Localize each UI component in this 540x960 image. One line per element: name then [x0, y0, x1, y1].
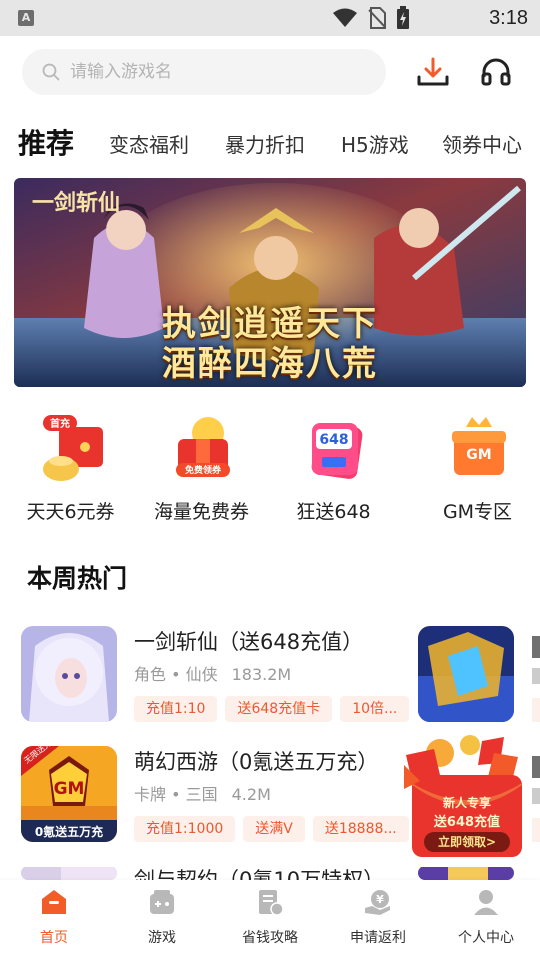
app-notification-icon: A	[18, 10, 34, 26]
game-thumbnail: GM 0氪送五万充 无限送充	[21, 746, 117, 842]
red-envelope-icon: 首充	[43, 415, 103, 481]
game-tag: 送648充值卡	[225, 696, 333, 722]
system-icons	[332, 6, 410, 30]
promo-line-2: 送648充值	[433, 815, 501, 830]
game-tag: 送18888...	[312, 816, 409, 842]
game-category: 卡牌 • 三国	[134, 785, 218, 804]
nav-games[interactable]: 游戏	[108, 880, 216, 960]
game-tag: 充值1:1000	[134, 816, 236, 842]
next-column-game-thumbnail[interactable]	[418, 866, 514, 880]
quick-link-gm-zone[interactable]: GM GM专区	[410, 405, 540, 535]
game-title: 一剑斩仙（送648充值）	[134, 630, 364, 654]
search-icon	[42, 63, 60, 81]
nav-saving-guide[interactable]: 省钱攻略	[216, 880, 324, 960]
download-icon[interactable]	[416, 56, 450, 90]
newcomer-promo-popup[interactable]: 新人专享 送648充值 立即领取>	[400, 735, 528, 857]
promo-banner[interactable]: 一剑斩仙 执剑逍遥天下 酒醉四海八荒	[14, 178, 526, 387]
quick-link-648[interactable]: 648 狂送648	[266, 405, 401, 535]
quick-link-free-coupons[interactable]: 免费领券 海量免费券	[134, 405, 269, 535]
section-title-weekly-hot: 本周热门	[27, 564, 128, 593]
next-column-game-thumbnail[interactable]	[418, 626, 514, 722]
game-meta: 角色 • 仙侠 183.2M	[134, 664, 291, 686]
game-tag: 10倍...	[340, 696, 410, 722]
tab-recommend[interactable]: 推荐	[18, 126, 74, 162]
guide-icon	[259, 890, 284, 916]
headset-icon[interactable]	[480, 57, 512, 89]
battery-charging-icon	[397, 6, 409, 29]
promo-line-1: 新人专享	[442, 796, 491, 810]
rebate-icon: ¥	[365, 890, 390, 915]
game-card[interactable]: 一剑斩仙（送648充值） 角色 • 仙侠 183.2M 充值1:10 送648充值…	[0, 626, 410, 736]
nav-apply-rebate[interactable]: ¥ 申请返利	[324, 880, 432, 960]
search-input[interactable]: 请输入游戏名	[22, 49, 386, 95]
banner-slogan-2: 酒醉四海八荒	[162, 344, 378, 384]
no-sim-icon	[368, 7, 386, 29]
badge-648: 648	[319, 432, 348, 448]
quick-link-label: 天天6元券	[26, 501, 115, 523]
quick-link-6yuan-coupon[interactable]: 首充 天天6元券	[3, 405, 138, 535]
gift-box-icon: 免费领券	[176, 417, 230, 477]
nav-label: 省钱攻略	[242, 930, 298, 946]
quick-link-label: 狂送648	[296, 501, 371, 523]
clock: 3:18	[489, 7, 528, 29]
game-tags: 充值1:1000 送满V 送18888...	[134, 816, 409, 842]
game-size: 4.2M	[231, 785, 271, 804]
game-tag: 充值1:10	[134, 696, 218, 722]
game-meta: 卡牌 • 三国 4.2M	[134, 784, 271, 806]
nav-home[interactable]: 首页	[0, 880, 108, 960]
quick-link-label: 海量免费券	[153, 501, 249, 523]
game-tag: 送满V	[243, 816, 305, 842]
next-column-peek	[532, 746, 540, 842]
user-icon	[474, 890, 498, 915]
category-tabs: 推荐 变态福利 暴力折扣 H5游戏 领券中心	[0, 120, 540, 170]
banner-logo-text: 一剑斩仙	[32, 190, 120, 216]
status-bar: A 3:18	[0, 0, 540, 36]
thumb-gm-badge: GM	[54, 779, 85, 799]
nav-label: 个人中心	[458, 930, 514, 946]
tab-coupon-center[interactable]: 领券中心	[442, 132, 522, 158]
game-thumbnail	[21, 626, 117, 722]
game-card[interactable]: GM 0氪送五万充 无限送充 萌幻西游（0氪送五万充） 卡牌 • 三国 4.2M …	[0, 746, 410, 856]
nav-profile[interactable]: 个人中心	[432, 880, 540, 960]
game-title: 萌幻西游（0氪送五万充）	[134, 750, 379, 774]
badge-gm: GM	[466, 447, 491, 463]
game-title: 剑与契约（0氪10万特权）	[134, 868, 385, 880]
game-card[interactable]: 剑与契约（0氪10万特权）	[0, 866, 410, 880]
badge-free-coupon: 免费领券	[185, 464, 222, 476]
game-category: 角色 • 仙侠	[134, 665, 218, 684]
game-thumbnail	[21, 866, 117, 880]
game-tags: 充值1:10 送648充值卡 10倍...	[134, 696, 410, 722]
tab-bt-welfare[interactable]: 变态福利	[109, 132, 189, 158]
wifi-icon	[333, 8, 357, 27]
nav-label: 首页	[40, 930, 68, 946]
tab-discount[interactable]: 暴力折扣	[225, 132, 305, 158]
quick-link-label: GM专区	[442, 501, 513, 523]
gamepad-icon	[150, 890, 174, 914]
svg-text:¥: ¥	[376, 893, 384, 906]
claim-now-button[interactable]: 立即领取>	[424, 832, 510, 852]
game-size: 183.2M	[231, 665, 292, 684]
badge-first-charge: 首充	[50, 417, 70, 430]
thumb-caption: 0氪送五万充	[35, 824, 103, 839]
home-icon	[42, 890, 66, 914]
bottom-navigation: 首页 游戏 省钱攻略 ¥ 申请返利 个人中心	[0, 880, 540, 960]
nav-label: 游戏	[148, 930, 176, 946]
next-column-peek	[532, 626, 540, 722]
nav-label: 申请返利	[350, 930, 406, 946]
gm-gift-icon: GM	[452, 417, 506, 475]
card-648-icon: 648	[311, 423, 363, 479]
search-placeholder: 请输入游戏名	[70, 62, 172, 82]
tab-h5-games[interactable]: H5游戏	[341, 132, 409, 158]
